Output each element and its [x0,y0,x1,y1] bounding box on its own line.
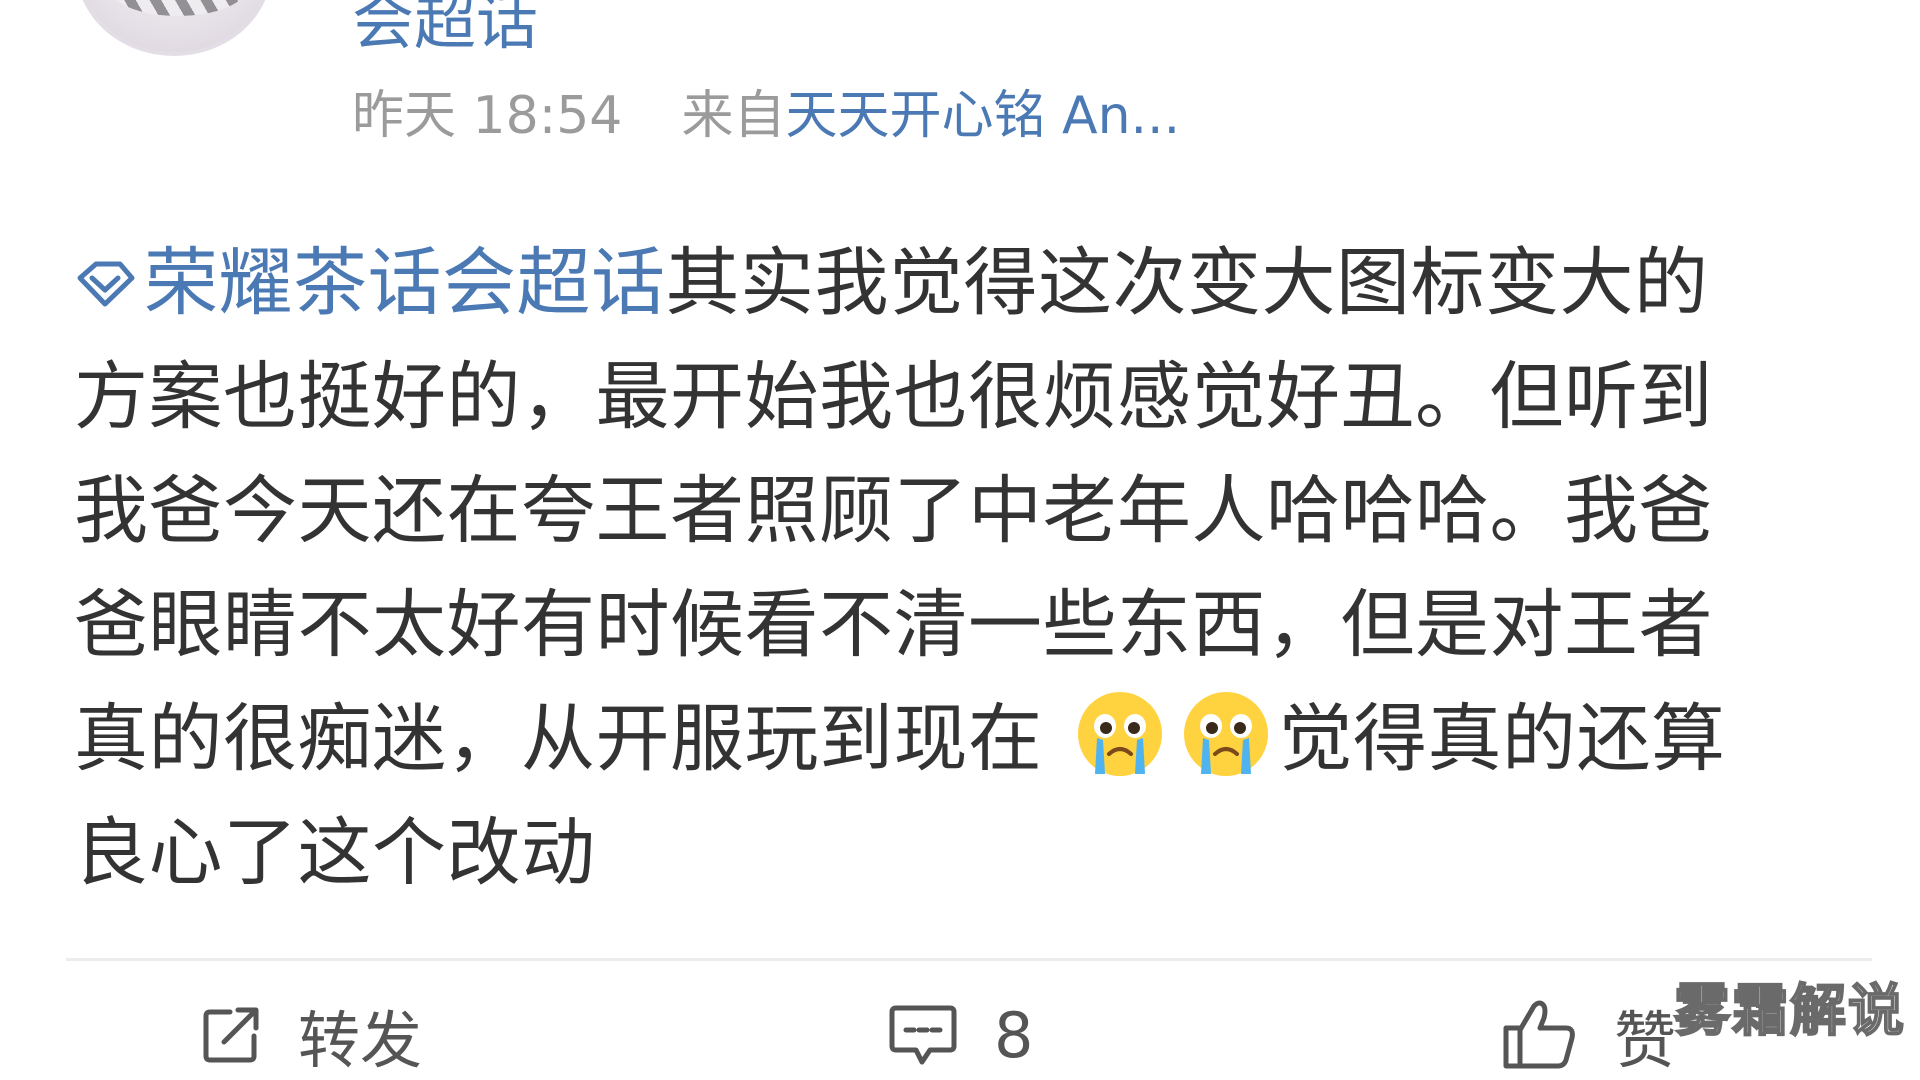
post-line-text: 其实我觉得这次变大图标变大的 [665,240,1709,326]
source-link[interactable]: 天天开心铭 An... [785,86,1180,146]
post-line-3: 我爸今天还在夸王者照顾了中老年人哈哈哈。我爸 [74,468,1713,554]
like-button[interactable]: 赞 [1500,990,1676,1080]
comment-icon [889,1005,957,1065]
action-bar: 转发 8 赞 [0,990,1920,1080]
comment-count: 8 [994,998,1034,1072]
post-line-4: 爸眼睛不太好有时候看不清一些东西，但是对王者 [74,582,1713,668]
crying-face-icon [1077,692,1162,776]
watermark: 雾霜解说 [1673,979,1906,1045]
avatar[interactable] [76,0,272,56]
post-line-text: 真的很痴迷，从开服玩到现在 [74,696,1043,782]
super-topic-icon [77,261,135,307]
repost-label: 转发 [298,1004,423,1077]
topic-link[interactable]: 荣耀茶话会超话 [74,240,666,326]
topic-label: 荣耀茶话会超话 [144,240,666,326]
post-line-6: 良心了这个改动 [74,810,596,896]
divider [66,958,1872,961]
crying-face-icon [1183,692,1268,776]
like-label: 赞 [1614,1004,1677,1077]
post-line-5: 真的很痴迷，从开服玩到现在 觉得真的还算 [74,682,1864,796]
comment-button[interactable]: 8 [888,990,1033,1080]
post-meta: 昨天 18:54 来自天天开心铭 An... [352,82,1180,150]
author-name[interactable]: 会超话 [352,0,538,58]
post-line-1: 荣耀茶话会超话其实我觉得这次变大图标变大的 [74,226,1864,340]
weibo-post-card: 会超话 昨天 18:54 来自天天开心铭 An... 荣耀茶话会超话其实我觉得这… [0,0,1920,1080]
post-line-text: 觉得真的还算 [1278,696,1726,782]
source-prefix: 来自 [681,86,786,146]
thumbs-up-icon [1503,1000,1575,1069]
repost-icon [203,1007,259,1063]
post-time: 昨天 18:54 [352,86,623,146]
post-line-2: 方案也挺好的，最开始我也很烦感觉好丑。但听到 [74,354,1713,440]
repost-button[interactable]: 转发 [200,990,422,1080]
post-text: 荣耀茶话会超话其实我觉得这次变大图标变大的 方案也挺好的，最开始我也很烦感觉好丑… [74,226,1864,910]
